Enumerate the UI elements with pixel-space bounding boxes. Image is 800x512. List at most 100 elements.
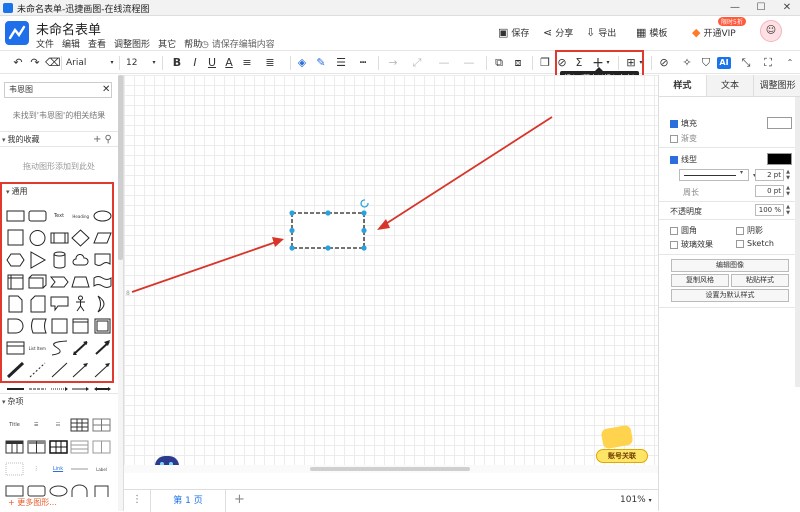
connector-icon[interactable]: →	[386, 55, 400, 71]
favorites-section-header[interactable]: ▾ 我的收藏 + ⚲	[0, 131, 118, 147]
stepper-arrows-icon[interactable]: ▲ ▼	[784, 185, 792, 197]
line-color-swatch[interactable]	[767, 153, 792, 165]
glass-checkbox[interactable]	[670, 240, 678, 249]
list-item-shape[interactable]: List Item	[28, 339, 47, 357]
label-shape[interactable]: Label	[92, 461, 111, 477]
fill-checkbox[interactable]	[670, 119, 678, 128]
export-button[interactable]: ⇩ 导出	[586, 26, 616, 39]
stepper-arrows-icon[interactable]: ▲ ▼	[784, 169, 792, 181]
clear-search-icon[interactable]: ✕	[102, 83, 110, 97]
more-shapes-link[interactable]: + 更多图形...	[8, 497, 57, 508]
copy-style-button[interactable]: 复制风格	[671, 274, 729, 287]
maximize-button[interactable]: ☐	[748, 0, 774, 16]
undo-icon[interactable]: ↶	[12, 55, 24, 71]
scrollbar-thumb[interactable]	[118, 75, 123, 260]
table-shape[interactable]	[70, 417, 89, 433]
list-shape[interactable]	[6, 339, 25, 357]
process-shape[interactable]	[50, 229, 69, 247]
to-back-icon[interactable]: ⧈	[512, 55, 524, 71]
cloud-shape[interactable]	[71, 251, 90, 269]
rounded-rectangle-shape[interactable]	[28, 207, 47, 225]
arrow-shape[interactable]	[93, 339, 112, 357]
menu-edit[interactable]: 编辑	[62, 37, 80, 50]
misc-title-shape[interactable]: Title	[5, 417, 24, 433]
line-style-icon[interactable]: ┅	[357, 55, 369, 71]
stepper-arrows-icon[interactable]: ▲ ▼	[784, 204, 792, 216]
zoom-select[interactable]: 101% ▾	[620, 495, 652, 505]
line-width-icon[interactable]: ☰	[335, 55, 347, 71]
sketch-checkbox[interactable]	[736, 239, 744, 248]
page-menu-icon[interactable]: ⋮	[132, 494, 142, 505]
tab-text[interactable]: 文本	[706, 75, 755, 96]
font-color-button[interactable]: A	[224, 55, 234, 71]
text-shape[interactable]: Text	[50, 207, 69, 225]
bold-button[interactable]: B	[172, 55, 182, 71]
arrow-start-icon[interactable]: —	[437, 55, 451, 71]
link-text-shape[interactable]: Link	[49, 461, 68, 477]
format-panel-icon[interactable]: ✧	[681, 55, 693, 71]
menu-help[interactable]: 帮助	[184, 37, 202, 50]
format-panel-scrollbar[interactable]	[795, 97, 800, 387]
general-section-header[interactable]: ▾ 通用	[4, 184, 122, 200]
dotted-grid-shape[interactable]	[5, 461, 24, 477]
canvas-horizontal-scrollbar[interactable]	[124, 465, 658, 473]
tshirt-icon[interactable]: ⛉	[700, 55, 712, 71]
add-favorite-icon[interactable]: + ⚲	[93, 132, 112, 148]
menu-file[interactable]: 文件	[36, 37, 54, 50]
numbered-list-icon[interactable]: ☷	[49, 417, 68, 433]
style-icon[interactable]: ⊘	[658, 55, 670, 71]
callout-shape[interactable]	[50, 295, 69, 313]
light-table-shape[interactable]	[70, 439, 89, 455]
drawing-canvas[interactable]: 8 账号关联	[124, 75, 658, 465]
line-style-select[interactable]: ▾	[679, 169, 749, 181]
chevron-down-icon[interactable]: ▾	[150, 55, 158, 71]
cube-shape[interactable]	[28, 273, 47, 291]
assistant-robot-icon[interactable]	[155, 456, 179, 465]
ai-button[interactable]: AI	[717, 57, 731, 69]
font-family-select[interactable]: Arial	[66, 55, 112, 71]
waypoint-icon[interactable]: ⤢	[410, 55, 424, 71]
line-checkbox[interactable]	[670, 155, 678, 164]
bullet-list-icon[interactable]: ☰	[27, 417, 46, 433]
minimize-button[interactable]: —	[722, 0, 748, 16]
grid-table-shape[interactable]	[92, 417, 111, 433]
rotate-handle-icon[interactable]	[360, 199, 369, 208]
resize-handle[interactable]	[289, 210, 295, 216]
curve-shape[interactable]	[50, 339, 69, 357]
redo-icon[interactable]: ↷	[29, 55, 41, 71]
trapezoid-shape[interactable]	[71, 273, 90, 291]
glass-option[interactable]: 玻璃效果	[670, 239, 713, 250]
paste-style-button[interactable]: 粘贴样式	[731, 274, 789, 287]
chevron-down-icon[interactable]: ▾	[108, 55, 116, 71]
save-button[interactable]: ▣ 保存	[498, 26, 529, 39]
set-default-style-button[interactable]: 设置为默认样式	[671, 289, 789, 302]
line-color-icon[interactable]: ✎	[315, 55, 327, 71]
shadow-checkbox[interactable]	[736, 226, 744, 235]
line-shape[interactable]	[50, 361, 69, 379]
document-shape[interactable]	[93, 251, 112, 269]
arrow-end-icon[interactable]: —	[462, 55, 476, 71]
fill-option[interactable]: 填充	[670, 118, 697, 129]
account-link-button[interactable]: 账号关联	[596, 449, 648, 463]
or-shape[interactable]	[93, 295, 112, 313]
step-shape[interactable]	[49, 273, 69, 291]
sketch-option[interactable]: Sketch	[736, 239, 774, 248]
promo-widget[interactable]: 账号关联	[596, 424, 650, 465]
heading-shape[interactable]: Heading	[71, 207, 90, 225]
gradient-checkbox[interactable]	[670, 134, 678, 143]
font-size-select[interactable]: 12	[126, 55, 146, 71]
resize-handle[interactable]	[361, 210, 367, 216]
add-page-button[interactable]: +	[234, 492, 245, 507]
share-button[interactable]: ⋖ 分享	[543, 26, 573, 39]
user-avatar[interactable]: ☺	[760, 20, 782, 42]
close-window-button[interactable]: ✕	[774, 0, 800, 16]
bold-table-shape[interactable]	[48, 439, 68, 455]
tab-style[interactable]: 样式	[659, 75, 707, 96]
tape-shape[interactable]	[93, 273, 112, 291]
checklist-shape[interactable]: ⋮	[27, 461, 46, 477]
connector-arrow-shape[interactable]	[71, 361, 90, 379]
menu-view[interactable]: 查看	[88, 37, 106, 50]
fill-color-icon[interactable]: ◈	[296, 55, 308, 71]
hexagon-shape[interactable]	[6, 251, 25, 269]
resize-handle[interactable]	[289, 245, 295, 251]
